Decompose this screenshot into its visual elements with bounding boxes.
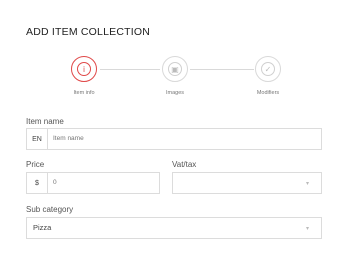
chevron-down-icon: ▾ (305, 181, 309, 187)
vat-label: Vat/tax (172, 160, 197, 169)
sub-category-select[interactable]: Pizza ▾ (26, 217, 322, 239)
step-label: Item info (73, 90, 95, 96)
price-input[interactable] (53, 173, 153, 193)
item-name-label: Item name (26, 117, 64, 126)
item-name-input[interactable] (53, 129, 313, 149)
step-item-info[interactable]: i Item info (54, 56, 114, 96)
chevron-down-icon: ▾ (305, 226, 309, 232)
stepper: i Item info ▣ Images ✓ Modifiers (0, 56, 350, 100)
currency-prefix: $ (27, 173, 48, 193)
check-icon: ✓ (261, 62, 275, 76)
vat-select[interactable]: ▾ (172, 172, 322, 194)
step-modifiers[interactable]: ✓ Modifiers (238, 56, 298, 96)
price-label: Price (26, 160, 45, 169)
image-icon: ▣ (168, 62, 182, 76)
language-prefix[interactable]: EN (27, 129, 48, 149)
info-icon: i (77, 62, 91, 76)
page-title: ADD ITEM COLLECTION (26, 26, 150, 38)
step-label: Images (165, 90, 185, 96)
price-field: $ (26, 172, 160, 194)
step-label: Modifiers (256, 90, 280, 96)
sub-category-label: Sub category (26, 205, 74, 214)
step-images[interactable]: ▣ Images (145, 56, 205, 96)
sub-category-value: Pizza (33, 223, 52, 232)
item-name-field: EN (26, 128, 322, 150)
